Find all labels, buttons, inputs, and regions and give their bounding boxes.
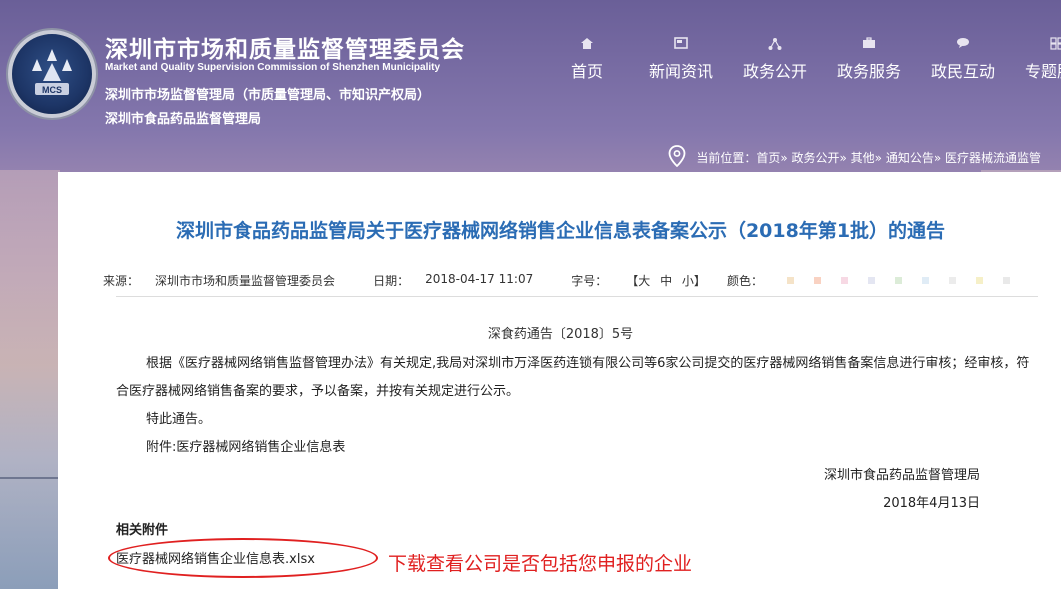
nav-item-topics[interactable]: 专题服务 <box>1010 34 1061 82</box>
article-title: 深圳市食品药品监管局关于医疗器械网络销售企业信息表备案公示（2018年第1批）的… <box>175 220 946 242</box>
main-nav: 首页 新闻资讯 政务公开 政务服务 政民互动 专题服务 <box>540 34 1061 82</box>
date-label: 日期： <box>373 274 410 288</box>
org-title: 深圳市市场和质量监督管理委员会 <box>105 37 465 63</box>
signature-block: 深圳市食品药品监督管理局 2018年4月13日 <box>824 462 980 518</box>
network-icon <box>728 34 822 52</box>
briefcase-icon <box>822 34 916 52</box>
divider <box>116 296 1038 297</box>
org-subtitle-1: 深圳市市场监督管理局（市质量管理局、市知识产权局） <box>105 88 431 103</box>
color-swatch[interactable] <box>975 277 983 284</box>
paragraph: 根据《医疗器械网络销售监督管理办法》有关规定,我局对深圳市万泽医药连锁有限公司等… <box>116 356 1030 399</box>
color-swatch[interactable] <box>813 277 821 284</box>
attachments-heading: 相关附件 <box>116 523 169 538</box>
grid-icon <box>1010 34 1061 52</box>
article-meta: 来源： 深圳市市场和质量监督管理委员会 日期： 2018-04-17 11:07… <box>58 272 1061 289</box>
font-size-label: 字号： <box>571 274 608 288</box>
nav-label: 政务公开 <box>742 62 807 81</box>
scales-emblem-icon: MCS <box>32 49 72 95</box>
color-swatch[interactable] <box>867 277 875 284</box>
color-swatch[interactable] <box>948 277 956 284</box>
paragraph: 附件:医疗器械网络销售企业信息表 <box>146 440 346 455</box>
paragraph: 特此通告。 <box>146 412 212 427</box>
date-value: 2018-04-17 11:07 <box>425 272 534 286</box>
nav-label: 政民互动 <box>930 62 995 81</box>
location-pin-icon <box>668 145 686 170</box>
nav-item-news[interactable]: 新闻资讯 <box>634 34 728 82</box>
font-size-medium[interactable]: 中 <box>660 274 672 288</box>
document-number: 深食药通告〔2018〕5号 <box>487 327 634 342</box>
annotation-note: 下载查看公司是否包括您申报的企业 <box>388 553 693 575</box>
chat-icon <box>916 34 1010 52</box>
bridge-decor-left <box>0 477 58 479</box>
nav-item-interaction[interactable]: 政民互动 <box>916 34 1010 82</box>
home-icon <box>540 34 634 52</box>
color-swatch[interactable] <box>840 277 848 284</box>
color-swatch[interactable] <box>921 277 929 284</box>
article-panel: 深圳市食品药品监管局关于医疗器械网络销售企业信息表备案公示（2018年第1批）的… <box>58 172 1061 589</box>
attachment-download-link[interactable]: 医疗器械网络销售企业信息表.xlsx <box>116 548 315 567</box>
nav-item-gov-info[interactable]: 政务公开 <box>728 34 822 82</box>
nav-item-gov-service[interactable]: 政务服务 <box>822 34 916 82</box>
breadcrumb-text[interactable]: 当前位置：首页» 政务公开» 其他» 通知公告» 医疗器械流通监管 <box>696 149 1041 166</box>
sign-date: 2018年4月13日 <box>883 496 980 511</box>
font-size-large[interactable]: 【大 <box>626 274 650 288</box>
news-icon <box>634 34 728 52</box>
logo-text: MCS <box>42 85 62 95</box>
source-label: 来源： <box>103 274 140 288</box>
color-swatch[interactable] <box>894 277 902 284</box>
color-swatch[interactable] <box>786 277 794 284</box>
commission-logo[interactable]: MCS <box>8 30 96 118</box>
source-value: 深圳市市场和质量监督管理委员会 <box>155 274 336 288</box>
nav-label: 首页 <box>570 62 603 81</box>
org-subtitle-2: 深圳市食品药品监督管理局 <box>105 112 262 127</box>
color-label: 颜色： <box>726 274 763 288</box>
nav-item-home[interactable]: 首页 <box>540 34 634 82</box>
org-english-name: Market and Quality Supervision Commissio… <box>105 62 441 73</box>
background-left <box>0 170 60 589</box>
font-size-small[interactable]: 小】 <box>682 274 706 288</box>
article-body: 根据《医疗器械网络销售监督管理办法》有关规定,我局对深圳市万泽医药连锁有限公司等… <box>116 350 1038 462</box>
color-swatch[interactable] <box>1002 277 1010 284</box>
color-swatches <box>779 272 1018 289</box>
nav-label: 政务服务 <box>836 62 901 81</box>
font-size-controls: 【大 中 小】 <box>623 272 709 289</box>
nav-label: 新闻资讯 <box>648 62 713 81</box>
nav-label: 专题服务 <box>1024 62 1061 81</box>
breadcrumb: 当前位置：首页» 政务公开» 其他» 通知公告» 医疗器械流通监管 <box>668 145 1041 170</box>
sign-organization: 深圳市食品药品监督管理局 <box>823 468 980 483</box>
